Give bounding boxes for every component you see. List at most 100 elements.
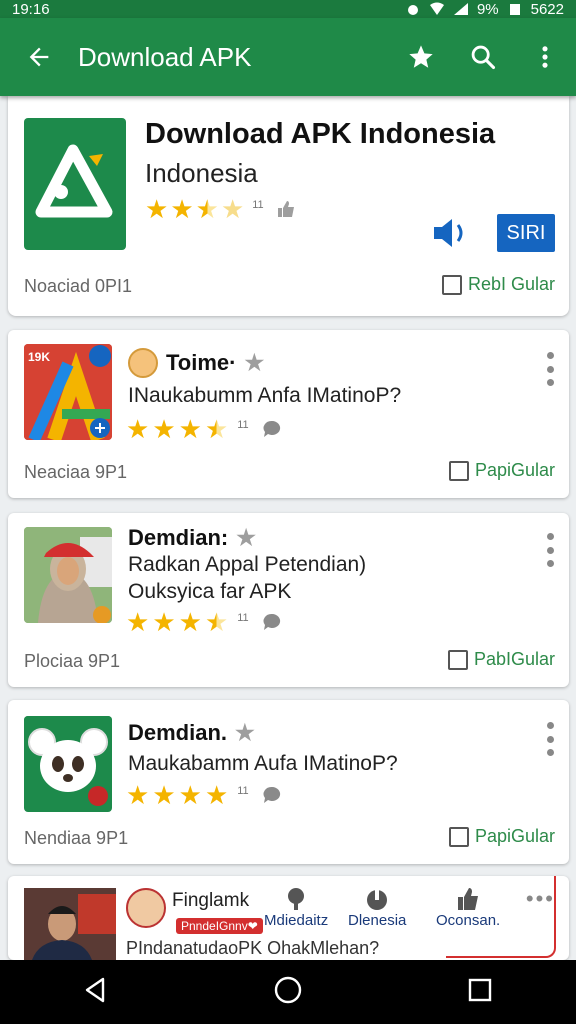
app-list-item[interactable]: Demdian: ★ Radkan Appal Petendian) Ouksy…	[8, 513, 569, 687]
battery-icon	[509, 4, 520, 15]
status-bar: 19:16 9% 5622	[0, 0, 576, 18]
overflow-menu-button[interactable]	[514, 18, 576, 96]
rating-count: 11	[237, 612, 249, 624]
signal-icon	[453, 3, 468, 15]
checkbox-label: RebI Gular	[467, 274, 555, 294]
action-meditate[interactable]: Mdiedaitz	[264, 886, 328, 929]
page-title: Download APK	[78, 41, 252, 72]
card-footer-label: Noaciad 0PI1	[24, 276, 133, 296]
app-rating: ★ ★ ★ ★ 11	[126, 416, 282, 442]
item-menu-button[interactable]	[545, 352, 555, 386]
star-full-icon: ★	[170, 194, 194, 224]
action-label: Dlenesia	[348, 912, 407, 929]
person-photo-icon	[24, 888, 116, 960]
star-full-icon: ★	[126, 780, 150, 810]
app-rating: ★ ★ ★ ★ 11	[126, 609, 282, 635]
star-full-icon: ★	[152, 780, 176, 810]
favorite-star-icon[interactable]: ★	[236, 525, 256, 551]
thumb-label: 19K	[28, 350, 51, 364]
star-add-icon	[409, 44, 433, 68]
featured-app-card[interactable]: Download APK Indonesia Indonesia ★ ★ ★ ★…	[8, 96, 569, 316]
app-name: Demdian: ★	[128, 525, 256, 551]
checkbox-label: PapiGular	[474, 826, 555, 846]
star-full-icon: ★	[178, 780, 202, 810]
comment-icon	[263, 420, 280, 437]
app-name: Demdian. ★	[128, 720, 255, 746]
panda-logo-icon	[24, 716, 112, 808]
status-right-text: 5622	[530, 0, 564, 18]
star-half-icon: ★	[204, 607, 229, 637]
app-thumbnail[interactable]	[24, 716, 112, 812]
app-description: INaukabumm Anfa IMatinoP?	[128, 384, 402, 407]
search-icon	[471, 45, 496, 70]
regular-checkbox[interactable]: RebI Gular	[441, 274, 555, 295]
checkbox-box[interactable]	[448, 460, 469, 481]
promo-card[interactable]: Finglamk PnndeIGnnv❤ Mdiedaitz Dlenesia …	[8, 876, 569, 960]
wishlist-button[interactable]	[390, 18, 452, 96]
promo-bottom-text: PIndanatudaoPK OhakMlehan?	[126, 938, 380, 958]
card-footer-label: Plociaa 9P1	[24, 651, 121, 671]
checkbox-box[interactable]	[441, 274, 462, 295]
app-description: Radkan Appal Petendian)	[128, 553, 367, 576]
pin-icon	[288, 888, 305, 910]
card-footer-label: Nendiaa 9P1	[24, 828, 129, 848]
star-full-icon: ★	[204, 780, 229, 810]
item-menu-button[interactable]	[545, 722, 555, 756]
back-triangle-icon	[85, 977, 105, 1002]
system-nav-bar	[0, 960, 576, 1024]
app-description: Maukabamm Aufa IMatinoP?	[128, 752, 398, 775]
action-label: Mdiedaitz	[264, 912, 329, 929]
comment-icon	[263, 786, 280, 803]
person-photo-icon	[24, 527, 112, 623]
power-icon	[367, 888, 388, 910]
search-button[interactable]	[452, 18, 514, 96]
app-list-item[interactable]: Demdian. ★ Maukabamm Aufa IMatinoP? ★ ★ …	[8, 700, 569, 864]
nav-home-button[interactable]	[273, 975, 303, 1010]
app-name-text: Demdian.	[128, 720, 228, 745]
star-full-icon: ★	[152, 607, 176, 637]
favorite-star-icon[interactable]: ★	[244, 350, 264, 376]
regular-checkbox[interactable]: PapiGular	[448, 826, 555, 847]
more-horiz-icon[interactable]: •••	[526, 886, 555, 912]
home-circle-icon	[274, 976, 302, 1003]
bug-icon	[407, 5, 418, 15]
checkbox-label: PapiGular	[474, 460, 555, 480]
comment-icon	[263, 613, 280, 630]
more-vert-icon	[542, 46, 548, 68]
creator-tag: PnndeIGnnv❤	[176, 918, 263, 934]
app-description-line2: Ouksyica far APK	[128, 580, 292, 603]
app-thumbnail[interactable]: 19K	[24, 344, 112, 440]
star-empty-icon: ★	[220, 194, 245, 224]
speaker-icon[interactable]	[432, 217, 468, 249]
app-list-item[interactable]: 19K Toime· ★ INaukabumm Anfa IMatinoP? ★…	[8, 330, 569, 498]
checkbox-box[interactable]	[448, 826, 469, 847]
favorite-star-icon[interactable]: ★	[235, 720, 255, 746]
rating-count: 11	[237, 785, 249, 797]
checkbox-box[interactable]	[447, 649, 468, 670]
item-menu-button[interactable]	[545, 533, 555, 567]
arrow-back-icon	[29, 47, 49, 67]
star-full-icon: ★	[178, 414, 202, 444]
creator-avatar[interactable]	[126, 888, 166, 928]
thumb-icon	[277, 201, 294, 217]
app-thumbnail[interactable]	[24, 527, 112, 623]
featured-app-subtitle: Indonesia	[145, 158, 258, 188]
action-indonesia[interactable]: Dlenesia	[348, 886, 406, 929]
star-full-icon: ★	[145, 194, 169, 224]
regular-checkbox[interactable]: PapiGular	[448, 460, 555, 481]
install-button[interactable]: SIRI	[497, 214, 555, 252]
nav-back-button[interactable]	[81, 975, 111, 1010]
star-full-icon: ★	[126, 414, 150, 444]
featured-rating: ★ ★ ★ ★ 11	[145, 196, 296, 222]
regular-checkbox[interactable]: PabIGular	[447, 649, 555, 670]
app-bar: Download APK	[0, 18, 576, 96]
back-button[interactable]	[0, 18, 78, 96]
battery-percent: 9%	[476, 0, 499, 18]
star-full-icon: ★	[152, 414, 176, 444]
star-full-icon: ★	[126, 607, 150, 637]
featured-app-icon[interactable]	[24, 118, 126, 250]
rating-count: 11	[252, 199, 264, 211]
promo-thumbnail[interactable]	[24, 888, 116, 960]
rating-count: 11	[237, 419, 249, 431]
nav-recents-button[interactable]	[465, 975, 495, 1010]
